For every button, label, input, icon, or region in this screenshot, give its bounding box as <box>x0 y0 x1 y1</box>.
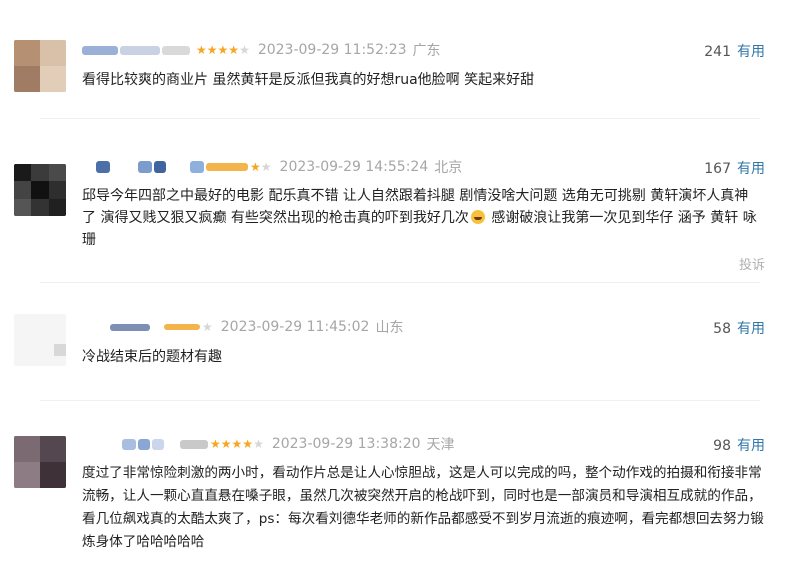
comment-date: 2023-09-29 11:52:23 <box>257 42 407 58</box>
username-blurred[interactable] <box>110 323 150 331</box>
comment-card: ★ ★ ★ ★ ★ 2023-09-29 13:38:20 天津 98 有用 度过了非常惊… <box>0 420 801 576</box>
useful-count: 167 <box>704 161 731 177</box>
star-icon: ★ <box>260 160 272 174</box>
star-icon: ★ <box>231 437 243 451</box>
comment-meta: ★ ★ ★ ★ ★ 2023-09-29 11:52:23 广东 <box>82 39 441 61</box>
rating-stars: ★ ★ <box>250 161 272 173</box>
divider <box>40 282 760 283</box>
divider <box>40 400 760 401</box>
star-icon: ★ <box>239 43 250 57</box>
report-button[interactable]: 投诉 <box>739 254 765 273</box>
star-icon: ★ <box>210 437 221 451</box>
comment-card: ★ ★ 2023-09-29 14:55:24 北京 167 有用 邱导今年四部之中… <box>0 150 801 280</box>
star-icon: ★ <box>242 437 254 451</box>
star-icon: ★ <box>196 43 207 57</box>
star-icon: ★ <box>250 160 261 174</box>
comment-card: ★ 2023-09-29 11:45:02 山东 58 有用 冷战结束后的题材有趣 <box>0 300 801 390</box>
avatar[interactable] <box>14 164 66 216</box>
avatar[interactable] <box>14 314 66 366</box>
comment-location: 广东 <box>412 43 441 59</box>
comment-text: 邱导今年四部之中最好的电影 配乐真不错 让人自然跟着抖腿 剧情没啥大问题 选角无… <box>82 185 762 251</box>
avatar[interactable] <box>14 40 66 92</box>
useful-button[interactable]: 有用 <box>737 321 765 337</box>
comment-meta: ★ ★ 2023-09-29 14:55:24 北京 <box>96 156 462 178</box>
comment-location: 北京 <box>434 160 463 176</box>
comment-text: 冷战结束后的题材有趣 <box>82 349 222 365</box>
comment-date: 2023-09-29 11:45:02 <box>220 319 370 335</box>
comment-meta: ★ ★ ★ ★ ★ 2023-09-29 13:38:20 天津 <box>122 433 455 455</box>
comment-date: 2023-09-29 13:38:20 <box>271 436 421 452</box>
useful-button[interactable]: 有用 <box>737 44 765 60</box>
username-blurred[interactable] <box>122 438 136 450</box>
useful-vote: 167 有用 <box>704 158 765 178</box>
comment-location: 天津 <box>426 437 455 453</box>
comment-date: 2023-09-29 14:55:24 <box>279 159 429 175</box>
comment-card: ★ ★ ★ ★ ★ 2023-09-29 11:52:23 广东 241 有用 看得比较爽… <box>0 0 801 130</box>
star-icon: ★ <box>220 437 232 451</box>
useful-vote: 241 有用 <box>704 41 765 61</box>
rating-stars: ★ ★ ★ ★ ★ <box>196 44 250 56</box>
laughing-emoji-icon <box>470 210 485 224</box>
star-icon: ★ <box>217 43 229 57</box>
useful-vote: 58 有用 <box>713 318 765 338</box>
useful-count: 241 <box>704 44 731 60</box>
useful-count: 58 <box>713 321 731 337</box>
rating-stars: ★ <box>202 321 213 333</box>
useful-button[interactable]: 有用 <box>737 161 765 177</box>
useful-vote: 98 有用 <box>713 435 765 455</box>
comment-text: 看得比较爽的商业片 虽然黄轩是反派但我真的好想rua他脸啊 笑起来好甜 <box>82 72 535 88</box>
rating-stars: ★ ★ ★ ★ ★ <box>210 438 264 450</box>
useful-button[interactable]: 有用 <box>737 438 765 454</box>
avatar[interactable] <box>14 436 66 488</box>
star-icon: ★ <box>202 320 213 334</box>
username-blurred[interactable] <box>82 45 118 55</box>
divider <box>40 118 760 119</box>
username-blurred[interactable] <box>96 161 110 173</box>
comment-location: 山东 <box>375 320 404 336</box>
star-icon: ★ <box>228 43 240 57</box>
star-icon: ★ <box>206 43 218 57</box>
comment-text: 度过了非常惊险刺激的两小时，看动作片总是让人心惊胆战，这是人可以完成的吗，整个动… <box>82 465 764 550</box>
star-icon: ★ <box>253 437 264 451</box>
comment-meta: ★ 2023-09-29 11:45:02 山东 <box>110 316 403 338</box>
useful-count: 98 <box>713 438 731 454</box>
